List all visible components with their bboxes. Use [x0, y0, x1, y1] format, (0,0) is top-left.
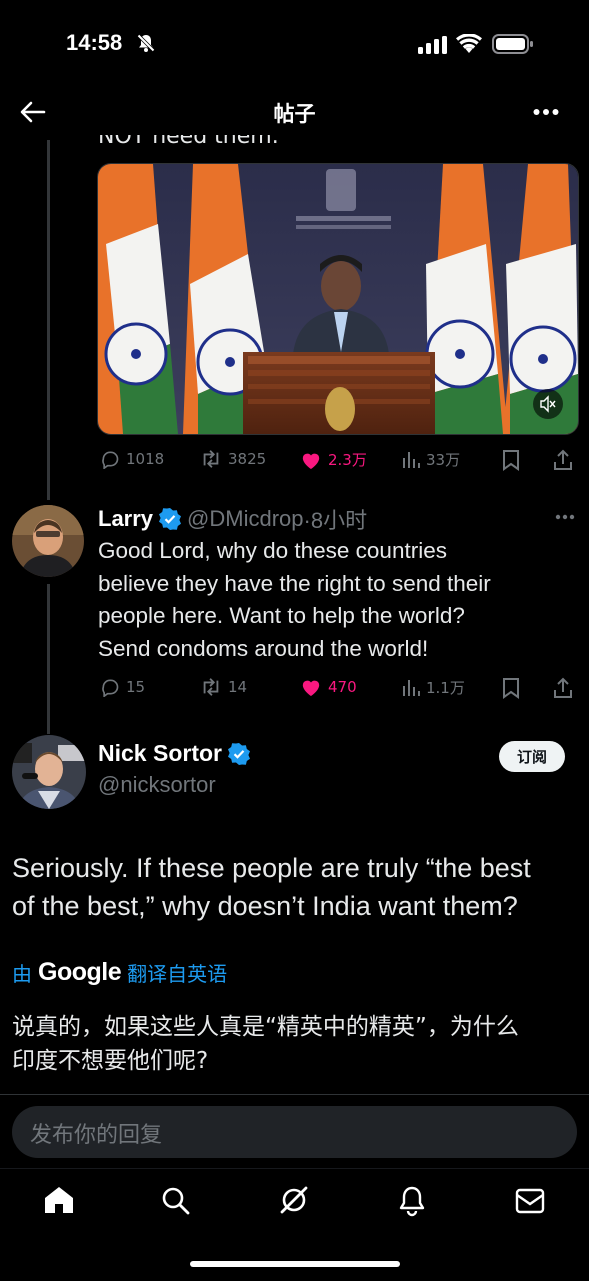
- reply-line: people here. Want to help the world?: [98, 603, 465, 628]
- translate-by: 由: [12, 962, 32, 986]
- views-action[interactable]: 33万: [402, 449, 460, 470]
- divider: [0, 1094, 589, 1095]
- home-icon[interactable]: [44, 1186, 74, 1214]
- bookmark-icon[interactable]: [502, 449, 520, 471]
- author-name: Nick Sortor: [98, 740, 222, 766]
- thread-connector: [47, 140, 50, 500]
- main-tweet-text: Seriously. If these people are truly “th…: [12, 849, 582, 925]
- reply-action[interactable]: 1018: [100, 449, 164, 469]
- status-time: 14:58: [66, 30, 123, 55]
- tweet-time: ·8小时: [303, 508, 368, 533]
- translation-attribution[interactable]: 由 Google 翻译自英语: [12, 958, 227, 987]
- views-chart-icon: [403, 451, 420, 468]
- views-action[interactable]: 1.1万: [402, 677, 465, 698]
- repost-action[interactable]: 14: [200, 677, 247, 697]
- repost-icon: [203, 678, 219, 696]
- views-chart-icon: [403, 679, 420, 696]
- author-name: Larry: [98, 506, 154, 531]
- bookmark-icon[interactable]: [502, 677, 520, 699]
- repost-icon: [203, 450, 219, 468]
- views-count: 33万: [426, 451, 461, 469]
- subscribe-button[interactable]: 订阅: [499, 741, 565, 772]
- repost-count: 14: [228, 678, 248, 696]
- page-title: 帖子: [273, 102, 316, 126]
- reply-line: Send condoms around the world!: [98, 635, 429, 661]
- thread-connector: [47, 584, 50, 734]
- reply-icon: [102, 451, 119, 469]
- home-indicator: [190, 1261, 400, 1267]
- verified-badge-icon: [159, 508, 182, 530]
- wifi-icon: [456, 34, 482, 53]
- avatar[interactable]: [12, 735, 86, 809]
- cellular-signal-icon: [418, 36, 447, 54]
- like-count: 2.3万: [328, 451, 367, 469]
- more-options-icon[interactable]: [533, 108, 559, 116]
- main-author-row[interactable]: Nick Sortor: [98, 740, 250, 767]
- messages-icon[interactable]: [515, 1188, 545, 1214]
- reply-count: 15: [126, 678, 146, 696]
- heart-filled-icon: [302, 453, 320, 469]
- translated-text: 说真的，如果这些人真是“精英中的精英”，为什么 印度不想要他们呢?: [12, 1010, 577, 1078]
- reply-line: believe they have the right to send thei…: [98, 570, 491, 596]
- author-handle: @DMicdrop: [187, 506, 304, 531]
- reply-more-icon[interactable]: [555, 514, 575, 520]
- search-icon[interactable]: [161, 1186, 191, 1216]
- verified-badge-icon: [227, 742, 250, 765]
- tweet-video[interactable]: [97, 163, 579, 435]
- heart-filled-icon: [302, 680, 320, 697]
- like-action[interactable]: 2.3万: [300, 449, 367, 470]
- repost-count: 3825: [228, 450, 267, 468]
- reply-line: Good Lord, why do these countries: [98, 538, 447, 563]
- main-tweet-line: Seriously. If these people are truly “th…: [12, 853, 531, 883]
- reply-count: 1018: [126, 450, 165, 468]
- reply-icon: [102, 679, 119, 697]
- main-tweet-line: of the best,” why doesn’t India want the…: [12, 891, 518, 921]
- grok-icon[interactable]: [278, 1184, 310, 1216]
- translated-line: 说真的，如果这些人真是“精英中的精英”，为什么: [12, 1014, 519, 1040]
- translated-line: 印度不想要他们呢?: [12, 1048, 209, 1074]
- mute-bell-icon: [136, 33, 156, 53]
- like-action[interactable]: 470: [300, 677, 357, 697]
- translate-label: 翻译自英语: [127, 962, 228, 986]
- google-logo: Google: [38, 958, 122, 986]
- reply-author-row[interactable]: Larry @DMicdrop ·8小时: [98, 503, 367, 535]
- share-icon[interactable]: [553, 449, 573, 471]
- reply-text: Good Lord, why do these countries believ…: [98, 535, 568, 665]
- share-icon[interactable]: [553, 677, 573, 699]
- battery-icon: [492, 34, 533, 54]
- views-count: 1.1万: [426, 679, 465, 697]
- volume-mute-icon[interactable]: [539, 395, 557, 413]
- avatar[interactable]: [12, 505, 84, 577]
- author-handle: @nicksortor: [98, 772, 216, 797]
- reply-placeholder: 发布你的回复: [30, 1123, 163, 1148]
- notifications-icon[interactable]: [398, 1185, 426, 1217]
- reply-action[interactable]: 15: [100, 677, 145, 697]
- like-count: 470: [328, 678, 357, 696]
- repost-action[interactable]: 3825: [200, 449, 266, 469]
